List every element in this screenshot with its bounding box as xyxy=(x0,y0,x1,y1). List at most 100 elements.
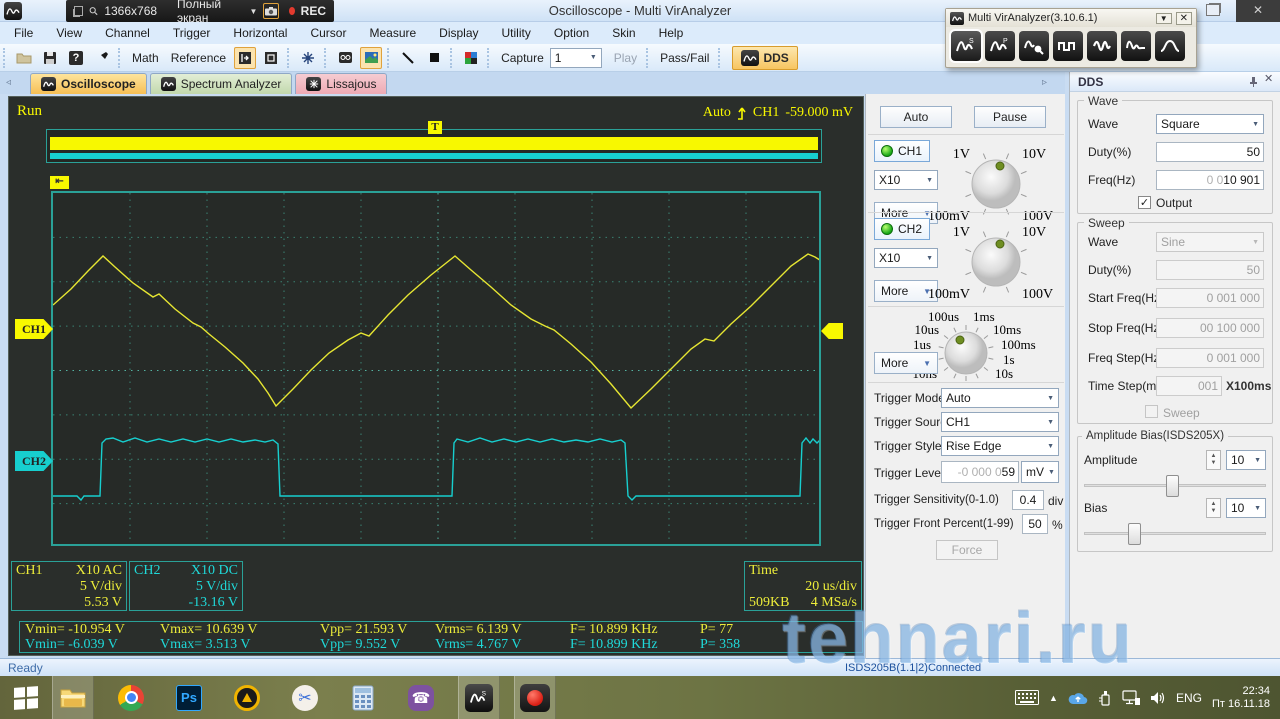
sweep-step-input[interactable]: 0 001 000 xyxy=(1156,348,1264,368)
audio-analyzer-tool-icon[interactable] xyxy=(1087,31,1117,61)
spectrum-tool-icon[interactable]: P xyxy=(985,31,1015,61)
touch-keyboard-icon[interactable] xyxy=(1015,690,1040,705)
settings-tool-button[interactable] xyxy=(91,47,113,69)
dds-duty-input[interactable]: 50 xyxy=(1156,142,1264,162)
timebase-more-button[interactable]: More ▼ xyxy=(874,352,938,374)
taskbar-file-explorer[interactable] xyxy=(52,676,94,719)
volume-icon[interactable] xyxy=(1150,691,1166,705)
open-file-button[interactable] xyxy=(13,47,35,69)
restore-window-button[interactable] xyxy=(1206,4,1220,16)
trigger-level-input[interactable]: -0 000 0 59 xyxy=(941,461,1019,483)
trigger-sensitivity-input[interactable]: 0.4 xyxy=(1012,490,1044,510)
taskbar-snipping-tool[interactable]: ✂ xyxy=(284,676,326,719)
menu-display[interactable]: Display xyxy=(439,26,478,40)
trigger-front-input[interactable]: 50 xyxy=(1022,514,1048,534)
tab-scroll-right-icon[interactable]: ▹ xyxy=(1042,72,1047,94)
display-frame-button[interactable] xyxy=(260,47,282,69)
trigger-source-select[interactable]: CH1 ▼ xyxy=(941,412,1059,432)
tab-scroll-left-icon[interactable]: ◃ xyxy=(6,72,11,94)
oscilloscope-tool-icon[interactable]: S xyxy=(949,29,983,63)
magnifier-icon[interactable] xyxy=(89,5,99,17)
ch2-volts-knob[interactable]: 1V 10V 100mV 100V xyxy=(928,214,1064,308)
trigger-style-select[interactable]: Rise Edge ▼ xyxy=(941,436,1059,456)
taskbar-aimp[interactable] xyxy=(226,676,268,719)
sweep-start-input[interactable]: 0 001 000 xyxy=(1156,288,1264,308)
sweep-generator-tool-icon[interactable] xyxy=(1121,31,1151,61)
amplitude-spinner[interactable]: ▲ ▼ xyxy=(1206,450,1221,470)
language-indicator[interactable]: ENG xyxy=(1176,691,1202,705)
menu-view[interactable]: View xyxy=(56,26,82,40)
menu-cursor[interactable]: Cursor xyxy=(310,26,346,40)
float-close-icon[interactable]: ✕ xyxy=(1175,11,1192,25)
start-button[interactable] xyxy=(0,676,52,719)
force-trigger-button[interactable]: Force xyxy=(936,540,998,560)
menu-channel[interactable]: Channel xyxy=(105,26,150,40)
line-style-button[interactable] xyxy=(397,47,419,69)
sweep-timestep-input[interactable]: 001 xyxy=(1156,376,1222,396)
taskbar-recorder[interactable] xyxy=(514,676,556,719)
sweep-enable-checkbox[interactable] xyxy=(1145,405,1158,418)
dds-output-checkbox[interactable]: ✓ xyxy=(1138,196,1151,209)
chevron-down-icon[interactable]: ▼ xyxy=(249,7,257,16)
menu-measure[interactable]: Measure xyxy=(369,26,416,40)
pin-icon[interactable] xyxy=(1248,76,1259,88)
dds-toggle-button[interactable]: DDS xyxy=(732,45,798,70)
ch2-enable-button[interactable]: CH2 xyxy=(874,218,930,240)
menu-option[interactable]: Option xyxy=(554,26,589,40)
resize-icon[interactable] xyxy=(74,6,84,16)
bias-select[interactable]: 10 ▼ xyxy=(1226,498,1266,518)
sweep-duty-input[interactable]: 50 xyxy=(1156,260,1264,280)
filter-tool-icon[interactable] xyxy=(1155,31,1185,61)
bias-slider-handle[interactable] xyxy=(1128,523,1141,545)
save-button[interactable] xyxy=(39,47,61,69)
ch1-offset-marker[interactable]: CH1 xyxy=(15,319,53,339)
tab-lissajous[interactable]: Lissajous xyxy=(295,73,388,94)
color-settings-button[interactable] xyxy=(460,47,482,69)
channel-panel-toggle-button[interactable] xyxy=(234,46,257,69)
record-waveform-button[interactable] xyxy=(334,47,356,69)
trigger-level-marker[interactable] xyxy=(821,323,843,339)
menu-file[interactable]: File xyxy=(14,26,33,40)
menu-utility[interactable]: Utility xyxy=(502,26,531,40)
close-window-button[interactable]: ✕ xyxy=(1236,0,1280,22)
tab-spectrum-analyzer[interactable]: Spectrum Analyzer xyxy=(149,73,293,94)
dds-wave-select[interactable]: Square ▼ xyxy=(1156,114,1264,134)
ch1-enable-button[interactable]: CH1 xyxy=(874,140,930,162)
taskbar-chrome[interactable] xyxy=(110,676,152,719)
trigger-level-unit-select[interactable]: mV ▼ xyxy=(1021,461,1059,483)
amplitude-slider-handle[interactable] xyxy=(1166,475,1179,497)
bias-spinner[interactable]: ▲ ▼ xyxy=(1206,498,1221,518)
taskbar-calculator[interactable] xyxy=(342,676,384,719)
autoset-button[interactable] xyxy=(297,47,319,69)
math-button[interactable]: Math xyxy=(132,51,159,65)
trigger-time-marker[interactable]: T xyxy=(428,121,442,134)
dds-freq-input[interactable]: 0 0 10 901 xyxy=(1156,170,1264,190)
tray-clock[interactable]: 22:34 Пт 16.11.18 xyxy=(1212,685,1270,711)
dot-style-button[interactable] xyxy=(423,47,445,69)
usb-device-icon[interactable] xyxy=(1098,690,1112,706)
taskbar-viber[interactable]: ☎ xyxy=(400,676,442,719)
menu-skin[interactable]: Skin xyxy=(612,26,635,40)
amplitude-select[interactable]: 10 ▼ xyxy=(1226,450,1266,470)
horizontal-position-marker[interactable]: ⇤ xyxy=(50,176,69,189)
ch2-offset-marker[interactable]: CH2 xyxy=(15,451,53,471)
cloud-sync-icon[interactable] xyxy=(1068,691,1088,705)
taskbar-viranalyzer[interactable]: S xyxy=(458,676,500,719)
waveform-overview-bar[interactable] xyxy=(46,129,822,163)
menu-help[interactable]: Help xyxy=(659,26,684,40)
play-button[interactable]: Play xyxy=(614,51,637,65)
reference-button[interactable]: Reference xyxy=(171,51,226,65)
sweep-wave-select[interactable]: Sine ▼ xyxy=(1156,232,1264,252)
tray-expand-icon[interactable]: ▲ xyxy=(1049,693,1058,703)
bias-slider-track[interactable] xyxy=(1084,532,1266,535)
tab-oscilloscope[interactable]: Oscilloscope xyxy=(30,73,147,94)
menu-trigger[interactable]: Trigger xyxy=(173,26,211,40)
logic-analyzer-tool-icon[interactable] xyxy=(1053,31,1083,61)
sweep-stop-input[interactable]: 00 100 000 xyxy=(1156,318,1264,338)
capture-count-select[interactable]: 1 ▼ xyxy=(549,47,602,68)
handheld-scope-tool-icon[interactable] xyxy=(1019,31,1049,61)
screenshot-button[interactable] xyxy=(360,46,383,69)
dds-close-icon[interactable]: ✕ xyxy=(1264,72,1273,85)
pause-button[interactable]: Pause xyxy=(974,106,1046,128)
taskbar-photoshop[interactable]: Ps xyxy=(168,676,210,719)
